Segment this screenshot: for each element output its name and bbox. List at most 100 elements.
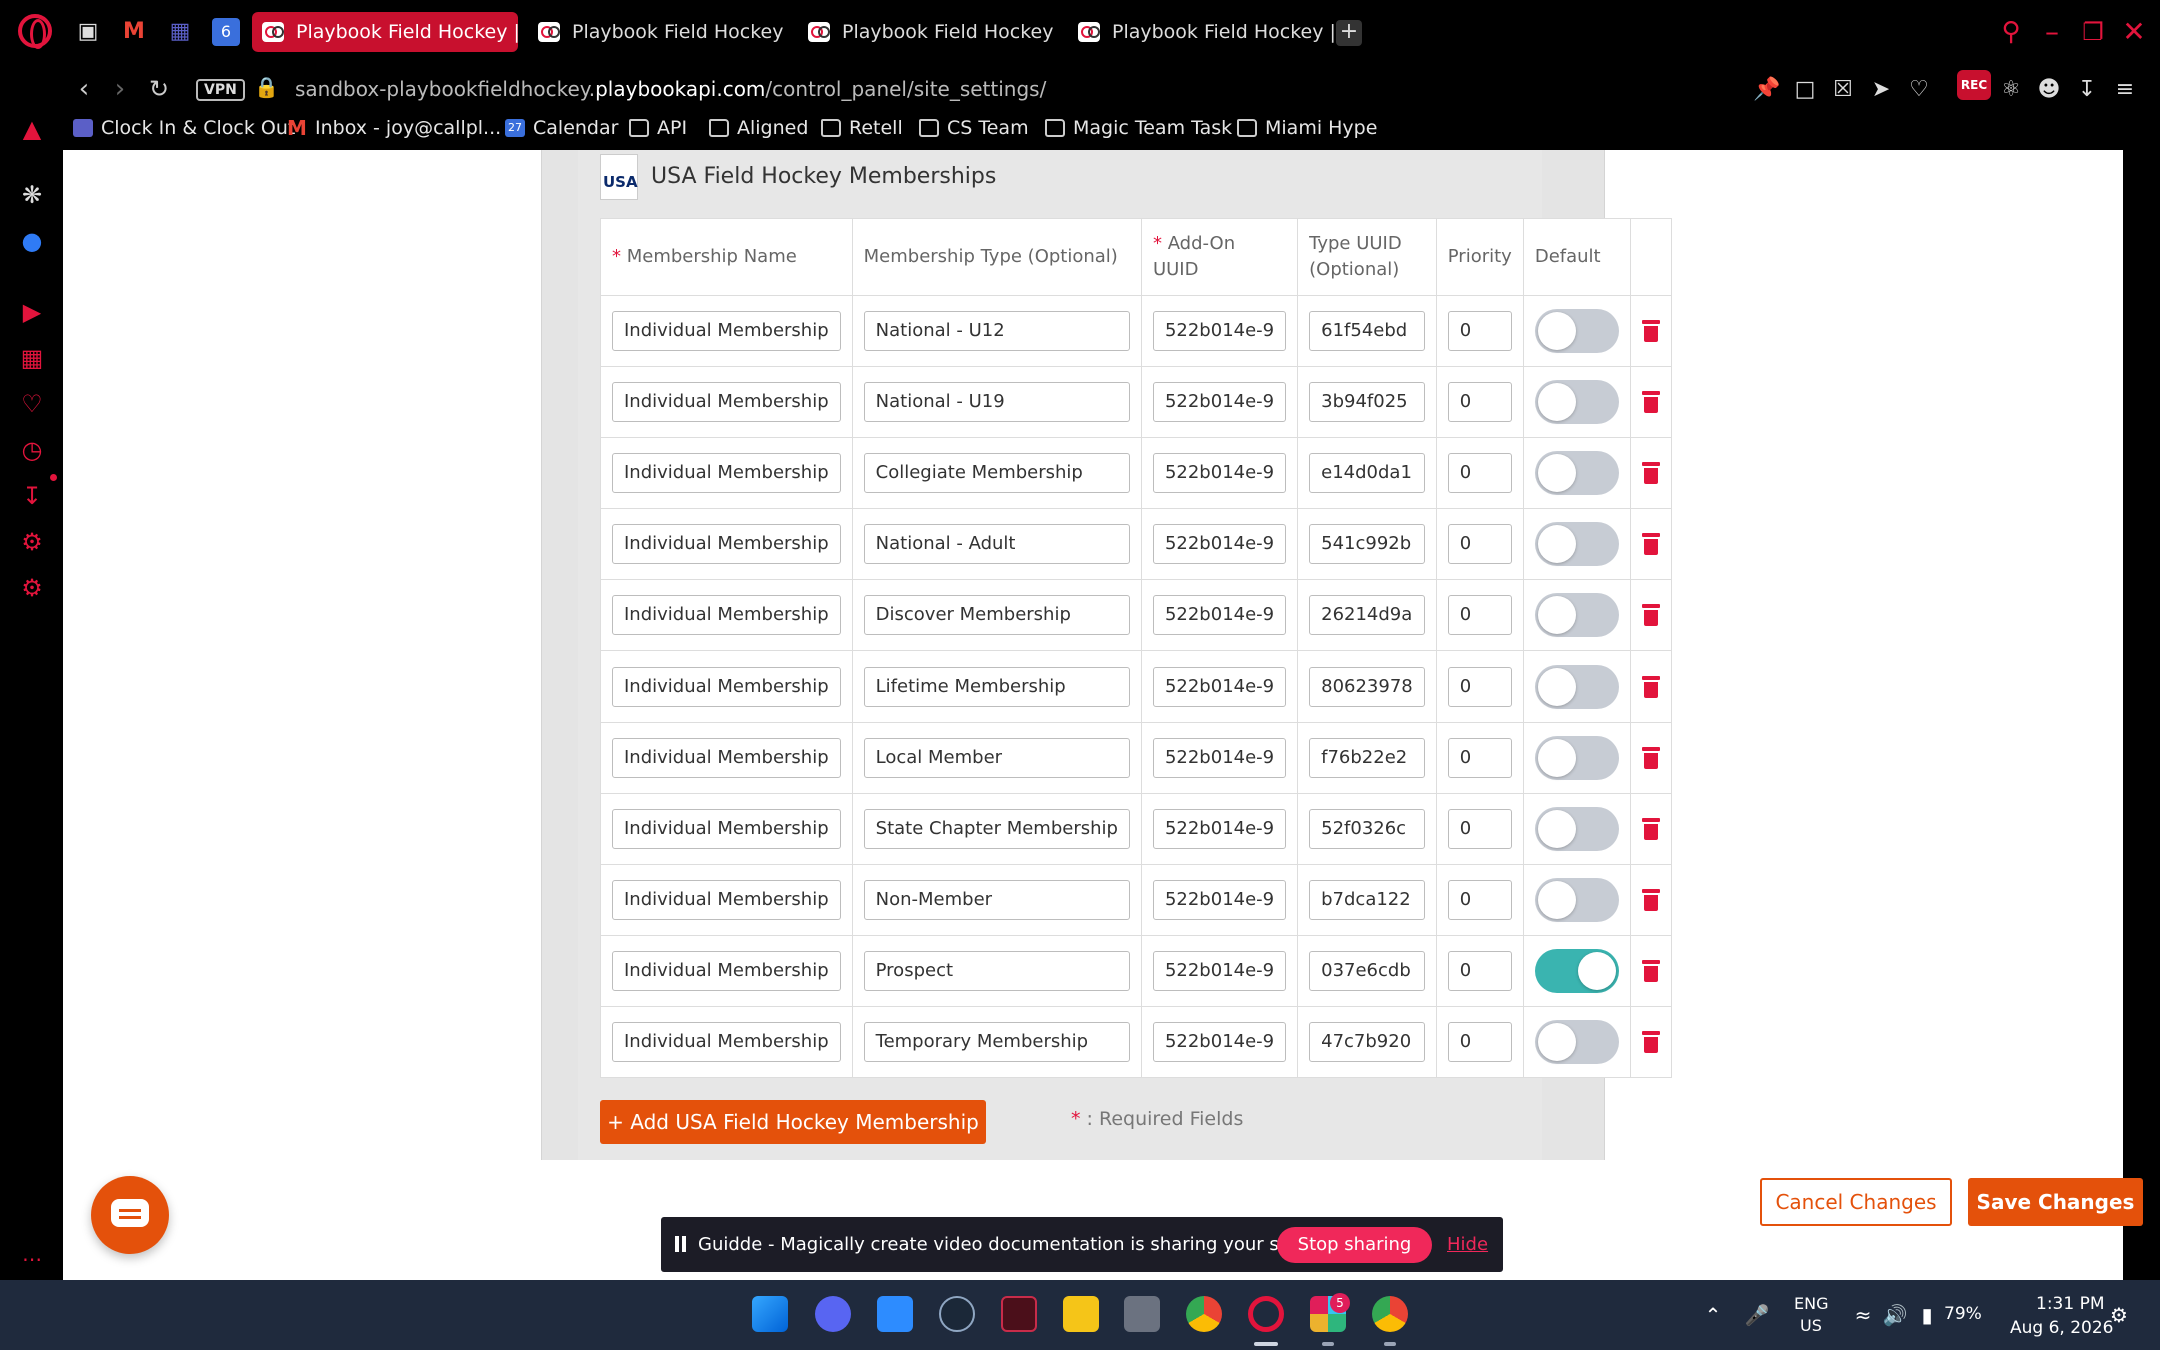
trash-icon[interactable]: [1641, 320, 1660, 343]
sticky-notes-icon[interactable]: [1063, 1296, 1099, 1332]
gamepad-icon[interactable]: ▣: [74, 18, 102, 46]
notification-bell-icon[interactable]: ⚙: [2106, 1302, 2132, 1328]
addon-uuid-input[interactable]: 522b014e-9: [1152, 879, 1287, 920]
language-code[interactable]: ENG: [1794, 1294, 1828, 1313]
battery-icon[interactable]: ▮: [1914, 1302, 1940, 1328]
default-toggle[interactable]: [1534, 451, 1619, 496]
extensions-icon[interactable]: ⚛: [1996, 75, 2026, 105]
membership-type-input[interactable]: Prospect: [863, 950, 1130, 991]
type-uuid-input[interactable]: 52f0326c: [1309, 808, 1425, 849]
tab-playbook-2[interactable]: Playbook Field Hockey | Pl: [528, 12, 784, 52]
membership-name-input[interactable]: Individual Membership: [612, 950, 841, 991]
history-icon[interactable]: ◷: [18, 436, 46, 464]
pin-icon[interactable]: 📌: [1752, 75, 1782, 105]
chrome-profile-icon[interactable]: [1372, 1296, 1408, 1332]
language-region[interactable]: US: [1800, 1316, 1822, 1335]
addon-uuid-input[interactable]: 522b014e-9: [1152, 311, 1287, 352]
bookmarks-heart-icon[interactable]: ♡: [18, 390, 46, 418]
chatgpt-icon[interactable]: ❋: [18, 181, 46, 209]
recording-badge[interactable]: REC: [1957, 70, 1991, 100]
volume-icon[interactable]: 🔊: [1882, 1302, 1908, 1328]
membership-type-input[interactable]: National - Adult: [863, 524, 1130, 565]
membership-name-input[interactable]: Individual Membership: [612, 453, 841, 494]
back-icon[interactable]: ‹: [68, 73, 100, 105]
priority-input[interactable]: 0: [1447, 950, 1512, 991]
priority-input[interactable]: 0: [1447, 524, 1512, 565]
bookmark-folder-aligned[interactable]: Aligned: [709, 113, 808, 143]
steam-icon[interactable]: [939, 1296, 975, 1332]
membership-name-input[interactable]: Individual Membership: [612, 1021, 841, 1062]
trash-icon[interactable]: [1641, 462, 1660, 485]
bookmark-heart-icon[interactable]: ♡: [1904, 75, 1934, 105]
trash-icon[interactable]: [1641, 746, 1660, 769]
messenger-icon[interactable]: ●: [18, 227, 46, 255]
bookmark-calendar[interactable]: 27 Calendar: [505, 113, 618, 143]
bookmark-inbox[interactable]: M Inbox - joy@callpl...: [287, 113, 501, 143]
membership-type-input[interactable]: Collegiate Membership: [863, 453, 1130, 494]
membership-type-input[interactable]: Non-Member: [863, 879, 1130, 920]
addon-uuid-input[interactable]: 522b014e-9: [1152, 1021, 1287, 1062]
stop-sharing-button[interactable]: Stop sharing: [1277, 1227, 1432, 1263]
priority-input[interactable]: 0: [1447, 737, 1512, 778]
priority-input[interactable]: 0: [1447, 666, 1512, 707]
bookmark-folder-retell[interactable]: Retell: [821, 113, 903, 143]
snapshot-icon[interactable]: □: [1790, 75, 1820, 105]
trash-icon[interactable]: [1641, 604, 1660, 627]
gmail-tab-icon[interactable]: M: [120, 18, 148, 46]
trash-icon[interactable]: [1641, 391, 1660, 414]
membership-type-input[interactable]: National - U12: [863, 311, 1130, 352]
membership-name-input[interactable]: Individual Membership: [612, 524, 841, 565]
membership-name-input[interactable]: Individual Membership: [612, 879, 841, 920]
membership-name-input[interactable]: Individual Membership: [612, 382, 841, 423]
default-toggle[interactable]: [1534, 948, 1619, 993]
url-field[interactable]: sandbox-playbookfieldhockey.playbookapi.…: [295, 73, 1046, 105]
download-icon[interactable]: ↧: [2072, 75, 2102, 105]
membership-type-input[interactable]: Temporary Membership: [863, 1021, 1130, 1062]
aria-icon[interactable]: ▲: [18, 115, 46, 143]
priority-input[interactable]: 0: [1447, 1021, 1512, 1062]
trash-icon[interactable]: [1641, 533, 1660, 556]
priority-input[interactable]: 0: [1447, 382, 1512, 423]
chat-support-icon[interactable]: [91, 1176, 169, 1254]
type-uuid-input[interactable]: 541c992b: [1309, 524, 1425, 565]
wifi-icon[interactable]: ≈: [1850, 1302, 1876, 1328]
add-membership-button[interactable]: + Add USA Field Hockey Membership: [600, 1100, 986, 1144]
minimize-icon[interactable]: –: [2034, 14, 2070, 50]
membership-name-input[interactable]: Individual Membership: [612, 311, 841, 352]
windows-start-icon[interactable]: [752, 1296, 788, 1332]
type-uuid-input[interactable]: b7dca122: [1309, 879, 1425, 920]
membership-name-input[interactable]: Individual Membership: [612, 737, 841, 778]
reload-icon[interactable]: ↻: [143, 73, 175, 105]
chrome-icon[interactable]: [1186, 1296, 1222, 1332]
clockify-tab-icon[interactable]: ▦: [166, 18, 194, 46]
opera-gx-taskbar-icon[interactable]: [1248, 1296, 1284, 1332]
trash-icon[interactable]: [1641, 1030, 1660, 1053]
player-icon[interactable]: ▶: [18, 298, 46, 326]
addon-uuid-input[interactable]: 522b014e-9: [1152, 737, 1287, 778]
bookmark-folder-magic-team[interactable]: Magic Team Task: [1045, 113, 1232, 143]
membership-type-input[interactable]: National - U19: [863, 382, 1130, 423]
extensions-puzzle-icon[interactable]: ⚙: [18, 528, 46, 556]
membership-type-input[interactable]: State Chapter Membership: [863, 808, 1130, 849]
default-toggle[interactable]: [1534, 1019, 1619, 1064]
default-toggle[interactable]: [1534, 877, 1619, 922]
trash-icon[interactable]: [1641, 675, 1660, 698]
vpn-badge[interactable]: VPN: [196, 79, 245, 101]
restore-icon[interactable]: ❐: [2075, 14, 2111, 50]
speed-dial-icon[interactable]: ▦: [18, 344, 46, 372]
default-toggle[interactable]: [1534, 735, 1619, 780]
default-toggle[interactable]: [1534, 380, 1619, 425]
priority-input[interactable]: 0: [1447, 453, 1512, 494]
type-uuid-input[interactable]: 80623978: [1309, 666, 1425, 707]
bookmark-folder-cs-team[interactable]: CS Team: [919, 113, 1029, 143]
forward-icon[interactable]: ›: [104, 73, 136, 105]
membership-name-input[interactable]: Individual Membership: [612, 666, 841, 707]
tab-playbook-3[interactable]: Playbook Field Hockey | Pl: [798, 12, 1054, 52]
type-uuid-input[interactable]: 47c7b920: [1309, 1021, 1425, 1062]
membership-type-input[interactable]: Local Member: [863, 737, 1130, 778]
trash-icon[interactable]: [1641, 817, 1660, 840]
addon-uuid-input[interactable]: 522b014e-9: [1152, 808, 1287, 849]
priority-input[interactable]: 0: [1447, 595, 1512, 636]
default-toggle[interactable]: [1534, 522, 1619, 567]
pause-icon[interactable]: [675, 1236, 679, 1252]
